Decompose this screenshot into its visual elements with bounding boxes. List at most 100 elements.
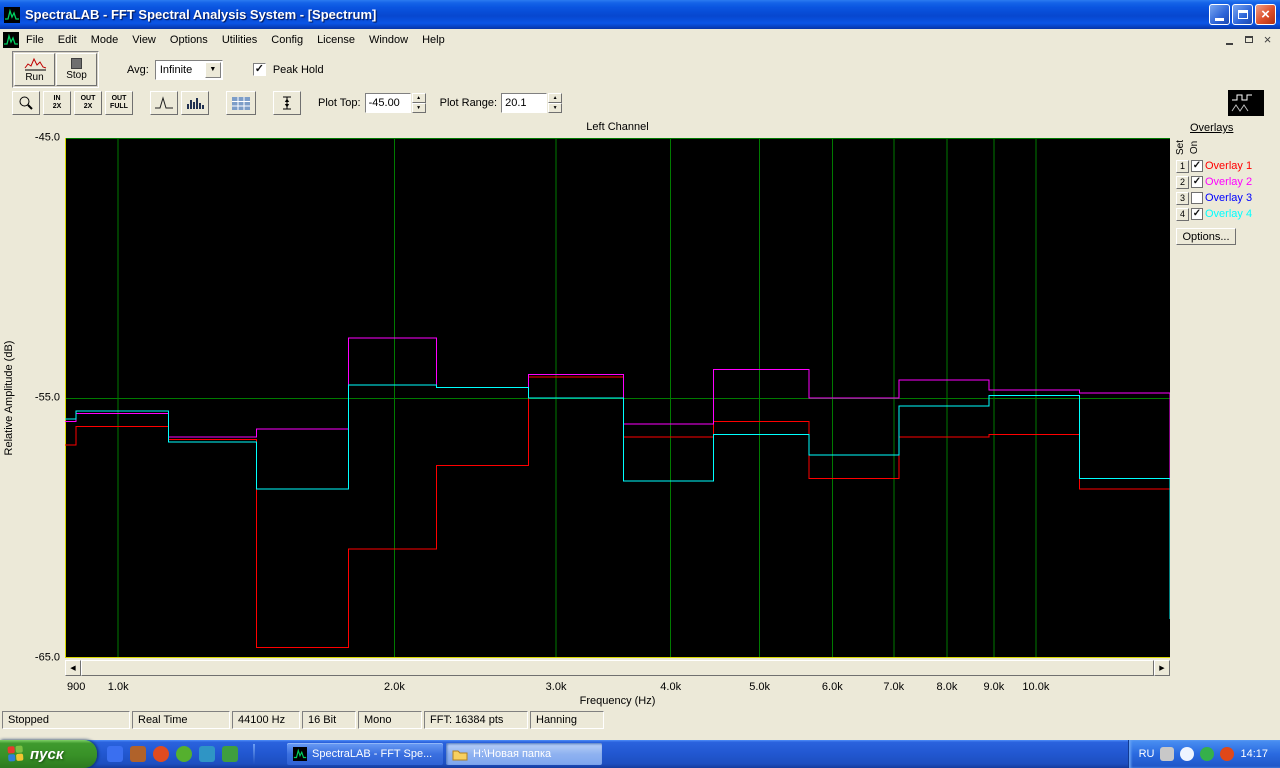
plot-top-input[interactable]: -45.00 (365, 93, 411, 113)
signal-generator-icon[interactable] (1228, 90, 1264, 116)
plot-toolbar: IN 2X OUT 2X OUT FULL Plot Top: -45.00 ▲… (0, 88, 1280, 118)
display-grid-button[interactable] (226, 91, 256, 115)
x-tick: 8.0k (937, 681, 958, 693)
quick-launch-icon-1[interactable] (107, 746, 123, 762)
status-run-state: Stopped (2, 711, 130, 729)
menu-help[interactable]: Help (415, 31, 452, 49)
restore-button[interactable] (1232, 4, 1253, 25)
spectrum-chart (65, 138, 1170, 658)
overlay-3-checkbox[interactable] (1191, 192, 1203, 204)
quick-launch-icon-4[interactable] (176, 746, 192, 762)
menu-license[interactable]: License (310, 31, 362, 49)
plot-range-down-button[interactable]: ▼ (548, 103, 562, 113)
overlay-1-checkbox[interactable]: ✓ (1191, 160, 1203, 172)
zoom-tool-button[interactable] (12, 91, 40, 115)
tray-icon-4[interactable] (1220, 747, 1234, 761)
zoom-out-full-label: OUT (112, 95, 127, 103)
status-mode: Real Time (132, 711, 230, 729)
overlays-options-button[interactable]: Options... (1176, 228, 1236, 245)
tray-icon-2[interactable] (1180, 747, 1194, 761)
status-fft-size: FFT: 16384 pts (424, 711, 528, 729)
plot-horizontal-scrollbar[interactable]: ◀ ▶ (65, 660, 1170, 676)
tray-icon-3[interactable] (1200, 747, 1214, 761)
scroll-left-arrow-icon[interactable]: ◀ (65, 660, 81, 676)
spectrum-plot[interactable] (65, 138, 1170, 658)
zoom-out-2x-button[interactable]: OUT 2X (74, 91, 102, 115)
mdi-restore-button[interactable] (1240, 32, 1257, 47)
mdi-close-button[interactable]: × (1259, 32, 1276, 47)
close-button[interactable]: × (1255, 4, 1276, 25)
y-axis-label: Relative Amplitude (dB) (3, 341, 15, 456)
plot-top-down-button[interactable]: ▼ (412, 103, 426, 113)
magnifier-icon (18, 95, 34, 111)
plot-range-label: Plot Range: (440, 97, 497, 109)
menu-file[interactable]: File (19, 31, 51, 49)
zoom-out-full-button[interactable]: OUT FULL (105, 91, 133, 115)
quick-launch-icon-2[interactable] (130, 746, 146, 762)
language-indicator[interactable]: RU (1139, 748, 1155, 760)
overlay-2-set-button[interactable]: 2 (1176, 176, 1189, 189)
task-label: SpectraLAB - FFT Spe... (312, 748, 432, 760)
plot-range-input[interactable]: 20.1 (501, 93, 547, 113)
x-axis-ticks: 9001.0k2.0k3.0k4.0k5.0k6.0k7.0k8.0k9.0k1… (65, 681, 1170, 694)
stop-button[interactable]: Stop (56, 53, 97, 86)
status-channels: Mono (358, 711, 422, 729)
avg-dropdown-arrow-icon[interactable]: ▼ (205, 62, 221, 78)
taskbar-separator (253, 744, 255, 764)
plot-title: Left Channel (65, 121, 1170, 133)
clock: 14:17 (1240, 748, 1268, 760)
overlays-heading: Overlays (1190, 122, 1279, 134)
scrollbar-thumb[interactable] (81, 660, 1154, 676)
run-icon (23, 57, 47, 71)
x-tick: 4.0k (660, 681, 681, 693)
menu-utilities[interactable]: Utilities (215, 31, 264, 49)
overlay-4-set-button[interactable]: 4 (1176, 208, 1189, 221)
overlay-row-1: 1 ✓ Overlay 1 (1176, 158, 1279, 174)
menu-view[interactable]: View (125, 31, 163, 49)
quick-launch-icon-6[interactable] (222, 746, 238, 762)
y-tick: -65.0 (35, 651, 60, 663)
stop-label: Stop (66, 70, 87, 81)
overlay-4-checkbox[interactable]: ✓ (1191, 208, 1203, 220)
menu-options[interactable]: Options (163, 31, 215, 49)
start-button[interactable]: пуск (0, 740, 97, 768)
scale-range-button[interactable] (273, 91, 301, 115)
start-label: пуск (30, 746, 63, 763)
peak-hold-checkbox[interactable]: ✓ (253, 63, 266, 76)
y-axis-ticks: -45.0-55.0-65.0 (18, 138, 62, 658)
overlay-3-label: Overlay 3 (1205, 192, 1252, 204)
scroll-right-arrow-icon[interactable]: ▶ (1154, 660, 1170, 676)
avg-value: Infinite (160, 64, 192, 76)
taskbar: пуск SpectraLAB - FFT Spe... H:\Новая па… (0, 740, 1280, 768)
quick-launch-icon-5[interactable] (199, 746, 215, 762)
app-icon (4, 7, 20, 23)
menu-edit[interactable]: Edit (51, 31, 84, 49)
task-button-folder[interactable]: H:\Новая папка (446, 743, 602, 765)
quick-launch-icon-3[interactable] (153, 746, 169, 762)
zoom-in-2x-button[interactable]: IN 2X (43, 91, 71, 115)
overlay-3-set-button[interactable]: 3 (1176, 192, 1189, 205)
restore-icon (1238, 10, 1248, 19)
run-button[interactable]: Run (14, 53, 55, 86)
tray-icon-1[interactable] (1160, 747, 1174, 761)
overlay-1-set-button[interactable]: 1 (1176, 160, 1189, 173)
plot-range-up-button[interactable]: ▲ (548, 93, 562, 103)
mdi-child-icon[interactable] (3, 32, 19, 48)
spectrum-curve-button[interactable] (150, 91, 178, 115)
overlay-2-checkbox[interactable]: ✓ (1191, 176, 1203, 188)
task-button-spectralab[interactable]: SpectraLAB - FFT Spe... (287, 743, 443, 765)
menu-mode[interactable]: Mode (84, 31, 126, 49)
avg-dropdown[interactable]: Infinite ▼ (155, 60, 223, 80)
minimize-button[interactable] (1209, 4, 1230, 25)
x-tick: 3.0k (546, 681, 567, 693)
mdi-minimize-button[interactable] (1221, 32, 1238, 47)
spectralab-window: SpectraLAB - FFT Spectral Analysis Syste… (0, 0, 1280, 768)
plot-range-value: 20.1 (505, 97, 526, 109)
window-title: SpectraLAB - FFT Spectral Analysis Syste… (25, 7, 376, 22)
spectrum-bars-button[interactable] (181, 91, 209, 115)
menu-config[interactable]: Config (264, 31, 310, 49)
plot-top-spinner: ▲ ▼ (412, 93, 426, 113)
plot-top-label: Plot Top: (318, 97, 361, 109)
menu-window[interactable]: Window (362, 31, 415, 49)
plot-top-up-button[interactable]: ▲ (412, 93, 426, 103)
